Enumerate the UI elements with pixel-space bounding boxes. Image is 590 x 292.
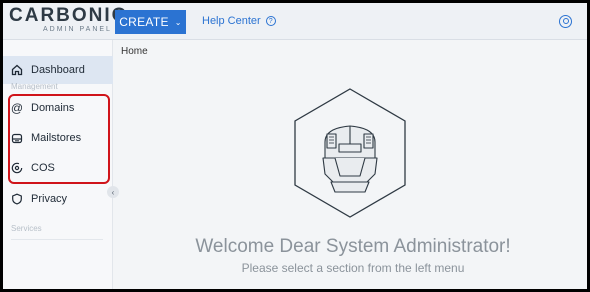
top-bar: CARBONIO ADMIN PANEL CREATE ⌄ Help Cente… xyxy=(3,3,587,40)
section-services: Services xyxy=(11,224,42,233)
create-button[interactable]: CREATE ⌄ xyxy=(115,10,186,34)
divider xyxy=(11,239,103,240)
breadcrumb: Home xyxy=(121,46,148,57)
shield-icon xyxy=(11,193,23,205)
sidebar-item-privacy[interactable]: Privacy xyxy=(3,185,113,213)
highlight-annotation xyxy=(8,94,110,184)
question-icon: ? xyxy=(265,16,276,26)
user-account-icon[interactable] xyxy=(559,15,572,28)
help-center-link[interactable]: Help Center ? xyxy=(202,15,276,27)
help-center-label: Help Center xyxy=(202,15,261,27)
section-management: Management xyxy=(11,82,58,91)
sidebar-item-label: Dashboard xyxy=(31,64,85,76)
logo-subtitle: ADMIN PANEL xyxy=(43,26,112,33)
sidebar-item-dashboard[interactable]: Dashboard xyxy=(3,56,113,84)
sidebar-item-label: Privacy xyxy=(31,193,68,205)
logo[interactable]: CARBONIO ADMIN PANEL xyxy=(3,3,126,40)
chevron-down-icon: ⌄ xyxy=(174,17,182,27)
home-icon xyxy=(11,64,23,76)
welcome-heading: Welcome Dear System Administrator! xyxy=(195,236,511,257)
welcome-subtitle: Please select a section from the left me… xyxy=(241,261,465,275)
create-button-label: CREATE xyxy=(119,15,169,29)
welcome-illustration xyxy=(283,86,417,220)
app-window: CARBONIO ADMIN PANEL CREATE ⌄ Help Cente… xyxy=(3,3,587,289)
collapse-sidebar-icon[interactable]: ‹ xyxy=(107,186,119,198)
logo-text: CARBONIO xyxy=(9,5,129,26)
